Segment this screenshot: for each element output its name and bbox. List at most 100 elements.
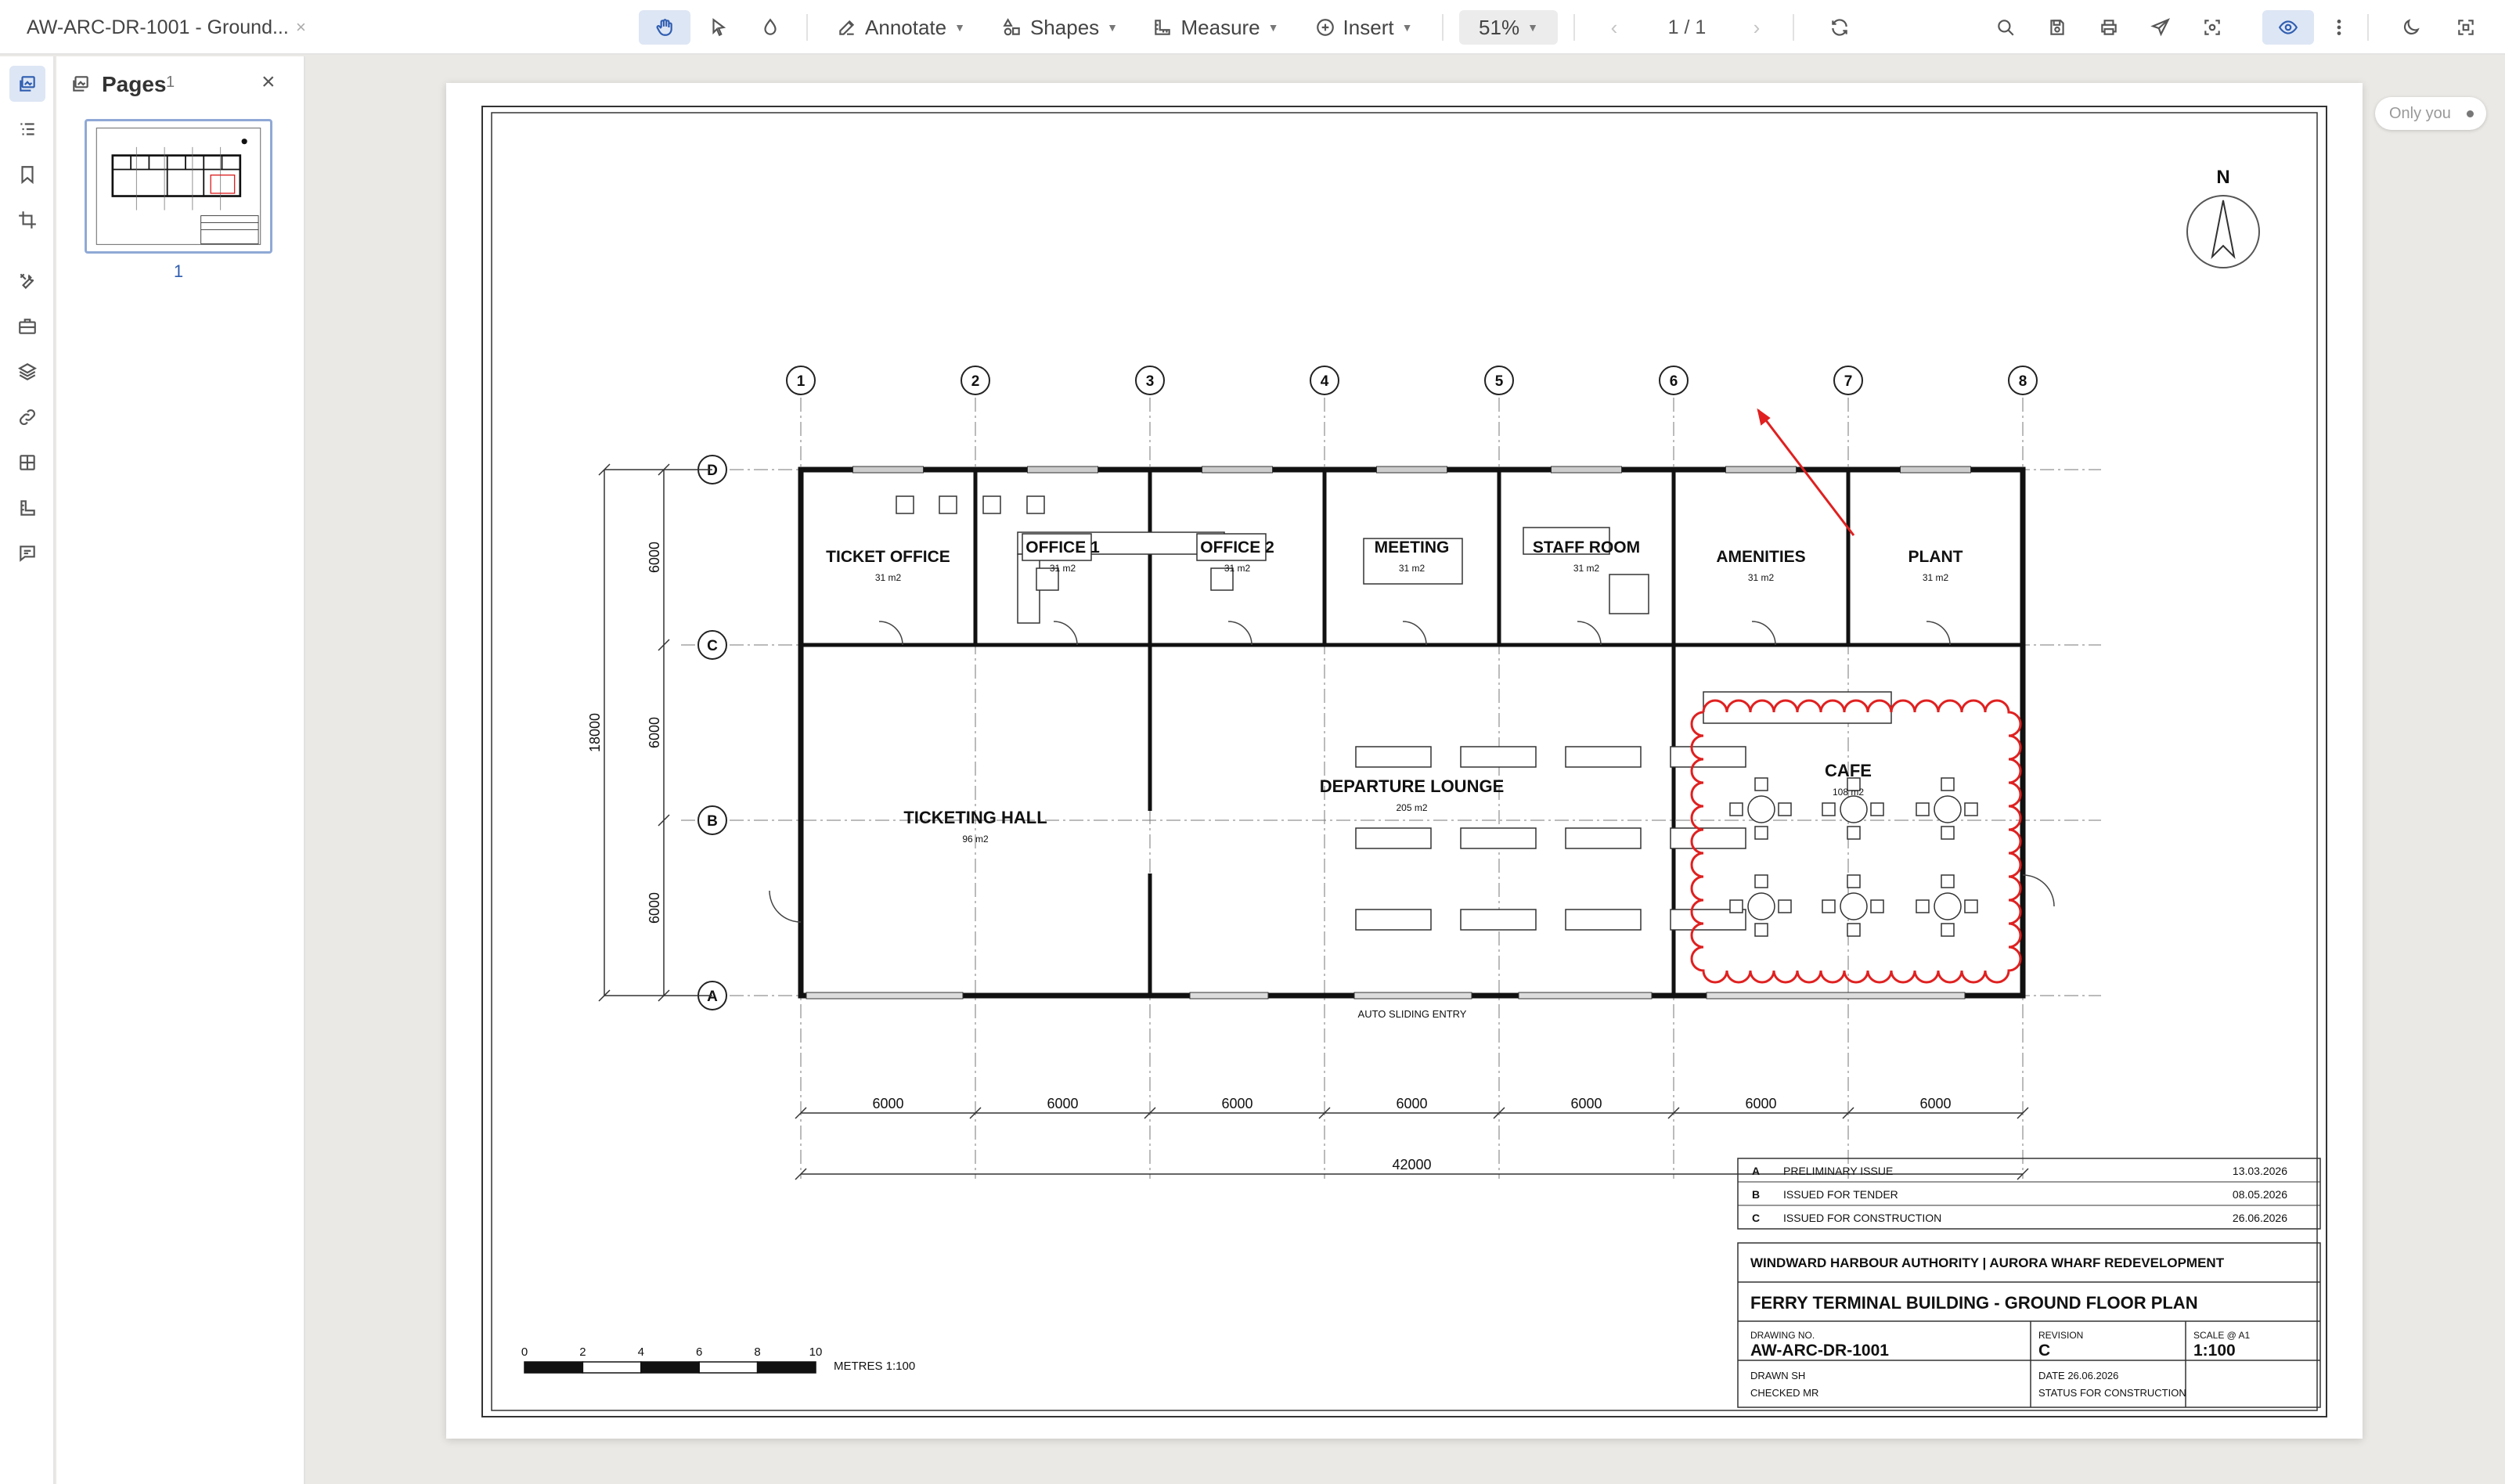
toolbar-divider [1573,14,1575,41]
grid-label-6: 6 [1670,373,1678,390]
lounge-bench [1565,909,1642,931]
grid-label-2: 2 [971,373,980,390]
visibility-badge[interactable]: Only you [2375,97,2486,130]
scale-bar-label: METRES 1:100 [834,1360,915,1373]
row-dimension: 6000 [647,717,662,748]
lounge-bench [1565,827,1642,849]
revision-label: REVISION [2038,1330,2083,1341]
paper-plane-icon [2150,18,2171,37]
room-name: DEPARTURE LOUNGE [1320,776,1505,796]
scale-bar-tick: 10 [809,1345,823,1359]
kebab-menu-icon [2337,20,2341,35]
fullscreen-button[interactable] [2446,10,2486,45]
view-mode-button[interactable] [2262,10,2314,45]
grid-label-c: C [707,638,718,654]
cafe-chair [1754,874,1768,888]
zoom-dropdown[interactable]: 51% ▼ [1459,10,1558,45]
grid-panel-button[interactable] [9,445,45,481]
grid-label-3: 3 [1146,373,1155,390]
dark-mode-toggle[interactable] [2391,10,2431,45]
scale-bar-tick: 6 [696,1345,702,1359]
share-button[interactable] [2140,10,2181,45]
title-block: WINDWARD HARBOUR AUTHORITY | AURORA WHAR… [1737,1242,2321,1408]
shapes-label: Shapes [1029,15,1100,39]
grid-label-a: A [707,989,718,1005]
page-thumbnail[interactable] [85,119,272,254]
fit-view-button[interactable] [2192,10,2233,45]
measurements-panel-button[interactable] [9,490,45,526]
lounge-bench [1355,746,1432,768]
search-button[interactable] [1985,10,2026,45]
cafe-chair [1754,826,1768,840]
cafe-chair [1847,874,1861,888]
annotate-menu-button[interactable]: Annotate ▼ [828,10,974,45]
previous-page-button[interactable]: ‹ [1600,10,1628,45]
crop-tool-button[interactable] [9,202,45,238]
tools-panel-button[interactable] [9,263,45,299]
next-page-button[interactable]: › [1743,10,1771,45]
print-button[interactable] [2089,10,2129,45]
measure-menu-button[interactable]: Measure ▼ [1146,10,1285,45]
room-area: 96 m2 [962,834,989,845]
link-chain-icon [20,409,35,425]
insert-menu-button[interactable]: Insert ▼ [1306,10,1422,45]
revision-code: A [1752,1165,1760,1177]
cafe-chair [1822,802,1836,816]
close-panel-button[interactable]: × [261,69,276,95]
links-panel-button[interactable] [9,399,45,435]
outline-panel-button[interactable] [9,111,45,147]
drawing-title: FERRY TERMINAL BUILDING - GROUND FLOOR P… [1750,1293,2198,1313]
bay-dimension: 6000 [872,1096,903,1111]
pages-panel-button[interactable] [9,66,45,102]
door-swing [878,621,903,646]
window [1900,466,1971,474]
pencil-edit-icon [839,20,855,35]
shapes-menu-button[interactable]: Shapes ▼ [996,10,1124,45]
revision-date: 08.05.2026 [2233,1188,2287,1201]
revision-value: C [2038,1342,2050,1360]
row-dimension: 6000 [647,892,662,924]
revision-description: ISSUED FOR TENDER [1783,1188,1898,1201]
room-name: STAFF ROOM [1533,538,1640,556]
overall-width-dimension: 42000 [1392,1157,1431,1172]
ruler-icon [1155,20,1171,35]
save-button[interactable] [2037,10,2078,45]
ink-tool-button[interactable] [750,10,791,45]
lounge-bench [1670,746,1746,768]
room-area: 31 m2 [1050,563,1076,574]
room-area: 31 m2 [1399,563,1426,574]
bookmarks-panel-button[interactable] [9,157,45,193]
door-swing [1227,621,1252,646]
pan-tool-button[interactable] [639,10,690,45]
ruler-corner-icon [20,500,35,516]
toolbar-divider [1793,14,1794,41]
cafe-table [1840,795,1868,823]
close-tab-button[interactable]: × [296,0,306,55]
chevron-down-icon: ▼ [1527,21,1538,34]
document-page[interactable]: N 12345678DCBA TICKET OFFICE 31 m2 OFFICE … [446,83,2363,1439]
select-tool-button[interactable] [698,10,739,45]
scale-label: SCALE @ A1 [2193,1330,2251,1341]
cafe-chair [1916,899,1930,913]
door-swing [769,890,802,923]
cafe-chair [1964,802,1978,816]
cafe-chair [1729,802,1743,816]
scale-bar-tick: 2 [579,1345,586,1359]
rotate-button[interactable] [1819,10,1860,45]
client-name: WINDWARD HARBOUR AUTHORITY | AURORA WHAR… [1750,1255,2225,1270]
pages-gallery-icon [70,74,91,94]
lounge-bench [1670,827,1746,849]
window [1376,466,1447,474]
toolbar-divider [1442,14,1444,41]
cafe-table [1840,892,1868,920]
more-options-button[interactable] [2323,10,2355,45]
pages-count: 1 [166,74,175,91]
comments-panel-button[interactable] [9,535,45,571]
checked-by: CHECKED MR [1750,1387,1818,1399]
toolbox-panel-button[interactable] [9,308,45,344]
chevron-down-icon: ▼ [1107,21,1119,34]
toolbar-divider [2367,14,2369,41]
layers-panel-button[interactable] [9,354,45,390]
fullscreen-icon [2458,20,2474,35]
window [1551,466,1622,474]
